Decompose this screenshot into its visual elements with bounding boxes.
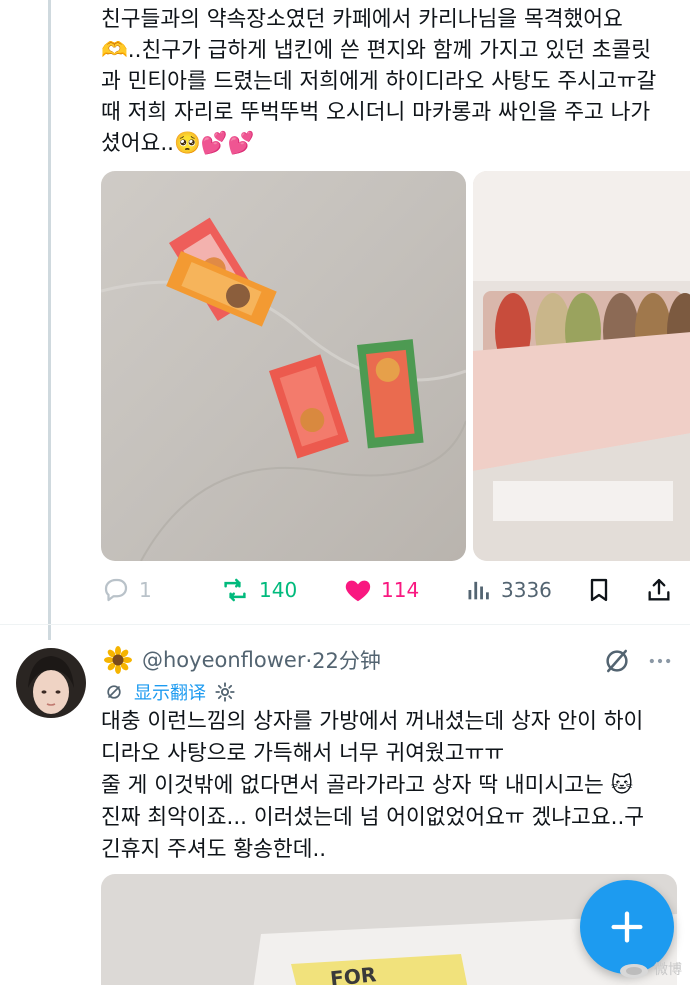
- like-count: 114: [381, 578, 420, 602]
- avatar[interactable]: [16, 648, 86, 718]
- translate-icon: [107, 685, 121, 699]
- post-text: 친구들과의 약속장소였던 카페에서 카리나님을 목격했어요 🫶..친구가 급하게…: [101, 7, 657, 156]
- post-timestamp[interactable]: ·22分钟: [305, 645, 380, 675]
- thread-connector-line: [48, 0, 51, 640]
- like-button[interactable]: 114: [343, 572, 419, 608]
- views-count: 3336: [501, 578, 552, 602]
- retweet-button[interactable]: 140: [219, 572, 297, 608]
- weibo-logo-icon: [620, 964, 648, 978]
- post-text: 대충 이런느낌의 상자를 가방에서 꺼내셨는데 상자 안이 하이 디라오 사탕으…: [101, 709, 645, 862]
- heart-icon: [345, 580, 371, 602]
- post-divider: [0, 624, 690, 625]
- share-button[interactable]: [645, 572, 673, 608]
- post-image-candies[interactable]: [101, 171, 466, 561]
- post-header: @hoyeonflower ·22分钟: [104, 644, 381, 676]
- sunflower-icon: [104, 646, 132, 674]
- weibo-watermark: 微博: [618, 959, 682, 979]
- avatar-photo: [16, 648, 86, 718]
- user-handle[interactable]: @hoyeonflower: [142, 648, 305, 672]
- plus-icon: [611, 911, 643, 943]
- watermark-text: 微博: [654, 962, 682, 978]
- grok-icon[interactable]: [602, 646, 632, 676]
- views-button[interactable]: 3336: [465, 572, 552, 608]
- bookmark-button[interactable]: [585, 572, 613, 608]
- candies-photo: [101, 171, 466, 561]
- retweet-icon: [224, 578, 246, 602]
- macarons-photo: [473, 171, 690, 561]
- post-action-bar: 1 140 114 3336: [101, 572, 690, 608]
- views-icon: [468, 581, 489, 600]
- share-icon: [648, 578, 670, 601]
- translate-link[interactable]: 显示翻译: [134, 679, 206, 705]
- reply-button[interactable]: 1: [101, 572, 152, 608]
- bookmark-icon: [590, 578, 608, 602]
- reply-count: 1: [139, 578, 152, 602]
- post-tools: [600, 644, 680, 676]
- gear-icon[interactable]: [214, 681, 236, 703]
- more-options-icon[interactable]: [646, 646, 674, 676]
- reply-icon: [104, 578, 128, 602]
- retweet-count: 140: [259, 578, 298, 602]
- box-label-text: FOR: [329, 962, 377, 985]
- post-image-macarons[interactable]: [473, 171, 690, 561]
- translate-row[interactable]: 显示翻译: [104, 678, 236, 706]
